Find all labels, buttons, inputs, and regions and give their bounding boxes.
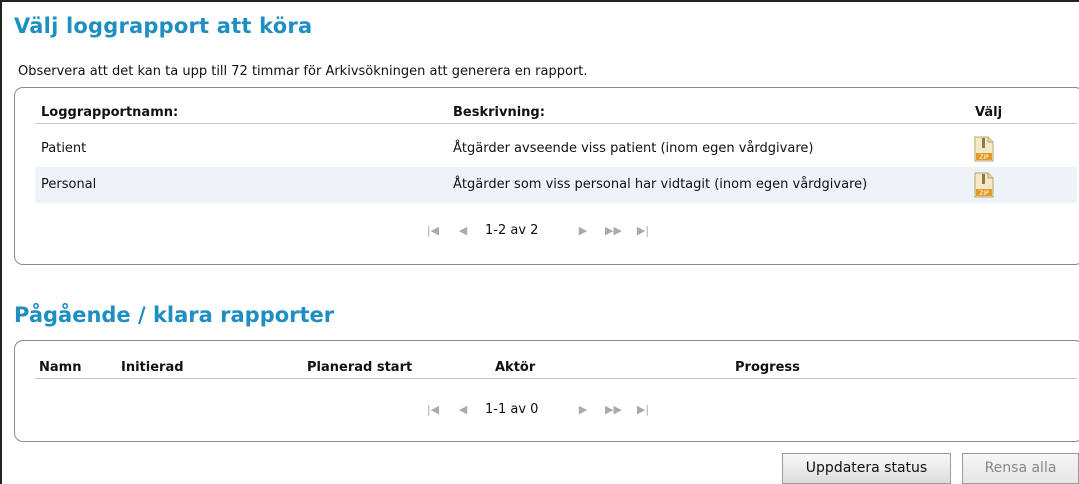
update-status-button[interactable]: Uppdatera status: [782, 453, 951, 484]
pagination: |◀ ◀ 1-1 av 0 ▶ ▶▶ ▶|: [425, 402, 685, 419]
fast-forward-icon[interactable]: ▶▶: [605, 224, 622, 238]
column-header-planned-start: Planerad start: [307, 360, 413, 375]
column-header-description: Beskrivning:: [453, 105, 545, 120]
report-description: Åtgärder avseende viss patient (inom ege…: [453, 141, 814, 156]
column-header-initiated: Initierad: [121, 360, 184, 375]
next-page-icon[interactable]: ▶: [575, 403, 591, 417]
running-reports-panel: Namn Initierad Planerad start Aktör Prog…: [14, 340, 1079, 442]
section-title-running-reports: Pågående / klara rapporter: [14, 303, 335, 327]
fast-forward-icon[interactable]: ▶▶: [605, 403, 622, 417]
last-page-icon[interactable]: ▶|: [635, 224, 651, 238]
clear-all-button[interactable]: Rensa alla: [962, 453, 1079, 484]
report-list-panel: Loggrapportnamn: Beskrivning: Välj Patie…: [14, 87, 1079, 265]
zip-file-icon[interactable]: ZIP: [973, 136, 995, 162]
column-header-actor: Aktör: [495, 360, 536, 375]
table-row: Personal Åtgärder som viss personal har …: [35, 167, 1077, 203]
column-header-name: Loggrapportnamn:: [41, 105, 179, 120]
zip-file-icon[interactable]: ZIP: [973, 172, 995, 198]
column-header-name: Namn: [39, 360, 82, 375]
pagination: |◀ ◀ 1-2 av 2 ▶ ▶▶ ▶|: [425, 223, 685, 240]
report-description: Åtgärder som viss personal har vidtagit …: [453, 177, 868, 192]
svg-text:ZIP: ZIP: [979, 154, 989, 161]
column-header-choose: Välj: [975, 105, 1003, 120]
first-page-icon[interactable]: |◀: [425, 403, 441, 417]
table-header: Namn Initierad Planerad start Aktör Prog…: [35, 350, 1077, 379]
report-name: Patient: [41, 141, 87, 156]
info-note: Observera att det kan ta upp till 72 tim…: [18, 64, 588, 79]
column-header-progress: Progress: [735, 360, 800, 375]
table-header: Loggrapportnamn: Beskrivning: Välj: [35, 95, 1077, 124]
table-row: Patient Åtgärder avseende viss patient (…: [35, 131, 1077, 167]
pagination-text: 1-1 av 0: [485, 402, 539, 417]
report-name: Personal: [41, 177, 97, 192]
section-title-select-report: Välj loggrapport att köra: [14, 14, 313, 38]
pagination-text: 1-2 av 2: [485, 223, 539, 238]
last-page-icon[interactable]: ▶|: [635, 403, 651, 417]
prev-page-icon[interactable]: ◀: [455, 224, 471, 238]
svg-text:ZIP: ZIP: [979, 190, 989, 197]
first-page-icon[interactable]: |◀: [425, 224, 441, 238]
next-page-icon[interactable]: ▶: [575, 224, 591, 238]
prev-page-icon[interactable]: ◀: [455, 403, 471, 417]
